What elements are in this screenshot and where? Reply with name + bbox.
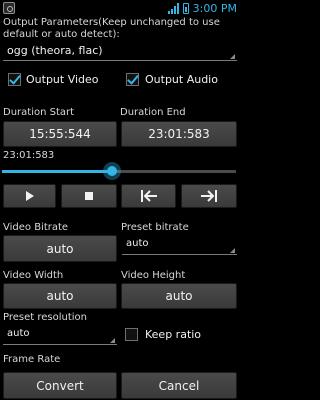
convert-label: Convert <box>36 378 84 393</box>
duration-start-label: Duration Start <box>3 107 75 118</box>
preset-resolution-spinner[interactable]: auto <box>3 325 117 345</box>
video-bitrate-value: auto <box>46 241 74 256</box>
keep-ratio-label: Keep ratio <box>145 328 202 341</box>
cancel-button[interactable]: Cancel <box>121 372 237 399</box>
preset-bitrate-value: auto <box>126 238 149 249</box>
convert-button[interactable]: Convert <box>3 372 117 399</box>
video-height-label: Video Height <box>121 270 186 281</box>
output-audio-checkbox[interactable] <box>126 73 139 86</box>
preset-bitrate-spinner[interactable]: auto <box>122 235 237 255</box>
stop-button[interactable] <box>61 184 117 208</box>
seek-bar[interactable] <box>2 162 236 180</box>
format-spinner[interactable]: ogg (theora, flac) <box>3 41 237 61</box>
duration-start-value: 15:55:544 <box>29 127 91 141</box>
duration-end-label: Duration End <box>120 107 186 118</box>
seek-progress <box>2 170 112 173</box>
stop-icon <box>85 192 93 200</box>
video-bitrate-field[interactable]: auto <box>3 235 117 262</box>
mark-start-icon <box>140 190 157 202</box>
format-value: ogg (theora, flac) <box>7 44 103 57</box>
video-height-field[interactable]: auto <box>121 283 237 309</box>
dropdown-arrow-icon <box>110 338 115 343</box>
mark-end-button[interactable] <box>181 184 237 208</box>
output-params-label: Output Parameters(Keep unchanged to use … <box>3 17 220 40</box>
app-icon <box>3 2 15 14</box>
frame-rate-label: Frame Rate <box>3 354 61 365</box>
duration-end-value: 23:01:583 <box>148 127 210 141</box>
status-bar: 3:00 PM <box>0 0 240 16</box>
output-video-label: Output Video <box>26 73 99 86</box>
keep-ratio-checkbox[interactable] <box>125 328 138 341</box>
current-position-label: 23:01:583 <box>3 150 55 161</box>
duration-end-button[interactable]: 23:01:583 <box>121 121 237 147</box>
video-width-value: auto <box>46 289 74 303</box>
signal-icon <box>167 2 179 14</box>
video-height-value: auto <box>165 289 193 303</box>
battery-icon <box>182 2 189 14</box>
play-icon <box>26 191 34 201</box>
output-video-checkbox[interactable] <box>8 73 21 86</box>
preset-resolution-value: auto <box>7 328 30 339</box>
video-bitrate-label: Video Bitrate <box>3 222 69 233</box>
status-time: 3:00 PM <box>192 1 237 15</box>
video-width-label: Video Width <box>3 270 64 281</box>
dropdown-arrow-icon <box>230 248 235 253</box>
cancel-label: Cancel <box>158 378 200 393</box>
duration-start-button[interactable]: 15:55:544 <box>3 121 117 147</box>
mark-start-button[interactable] <box>121 184 176 208</box>
status-indicators: 3:00 PM <box>167 1 237 15</box>
dropdown-arrow-icon <box>230 54 235 59</box>
mark-end-icon <box>201 190 217 202</box>
preset-bitrate-label: Preset bitrate <box>121 222 189 233</box>
seek-thumb[interactable] <box>102 162 121 180</box>
preset-resolution-label: Preset resolution <box>3 312 88 323</box>
play-button[interactable] <box>3 184 56 208</box>
output-audio-label: Output Audio <box>145 73 218 86</box>
video-width-field[interactable]: auto <box>3 283 117 309</box>
